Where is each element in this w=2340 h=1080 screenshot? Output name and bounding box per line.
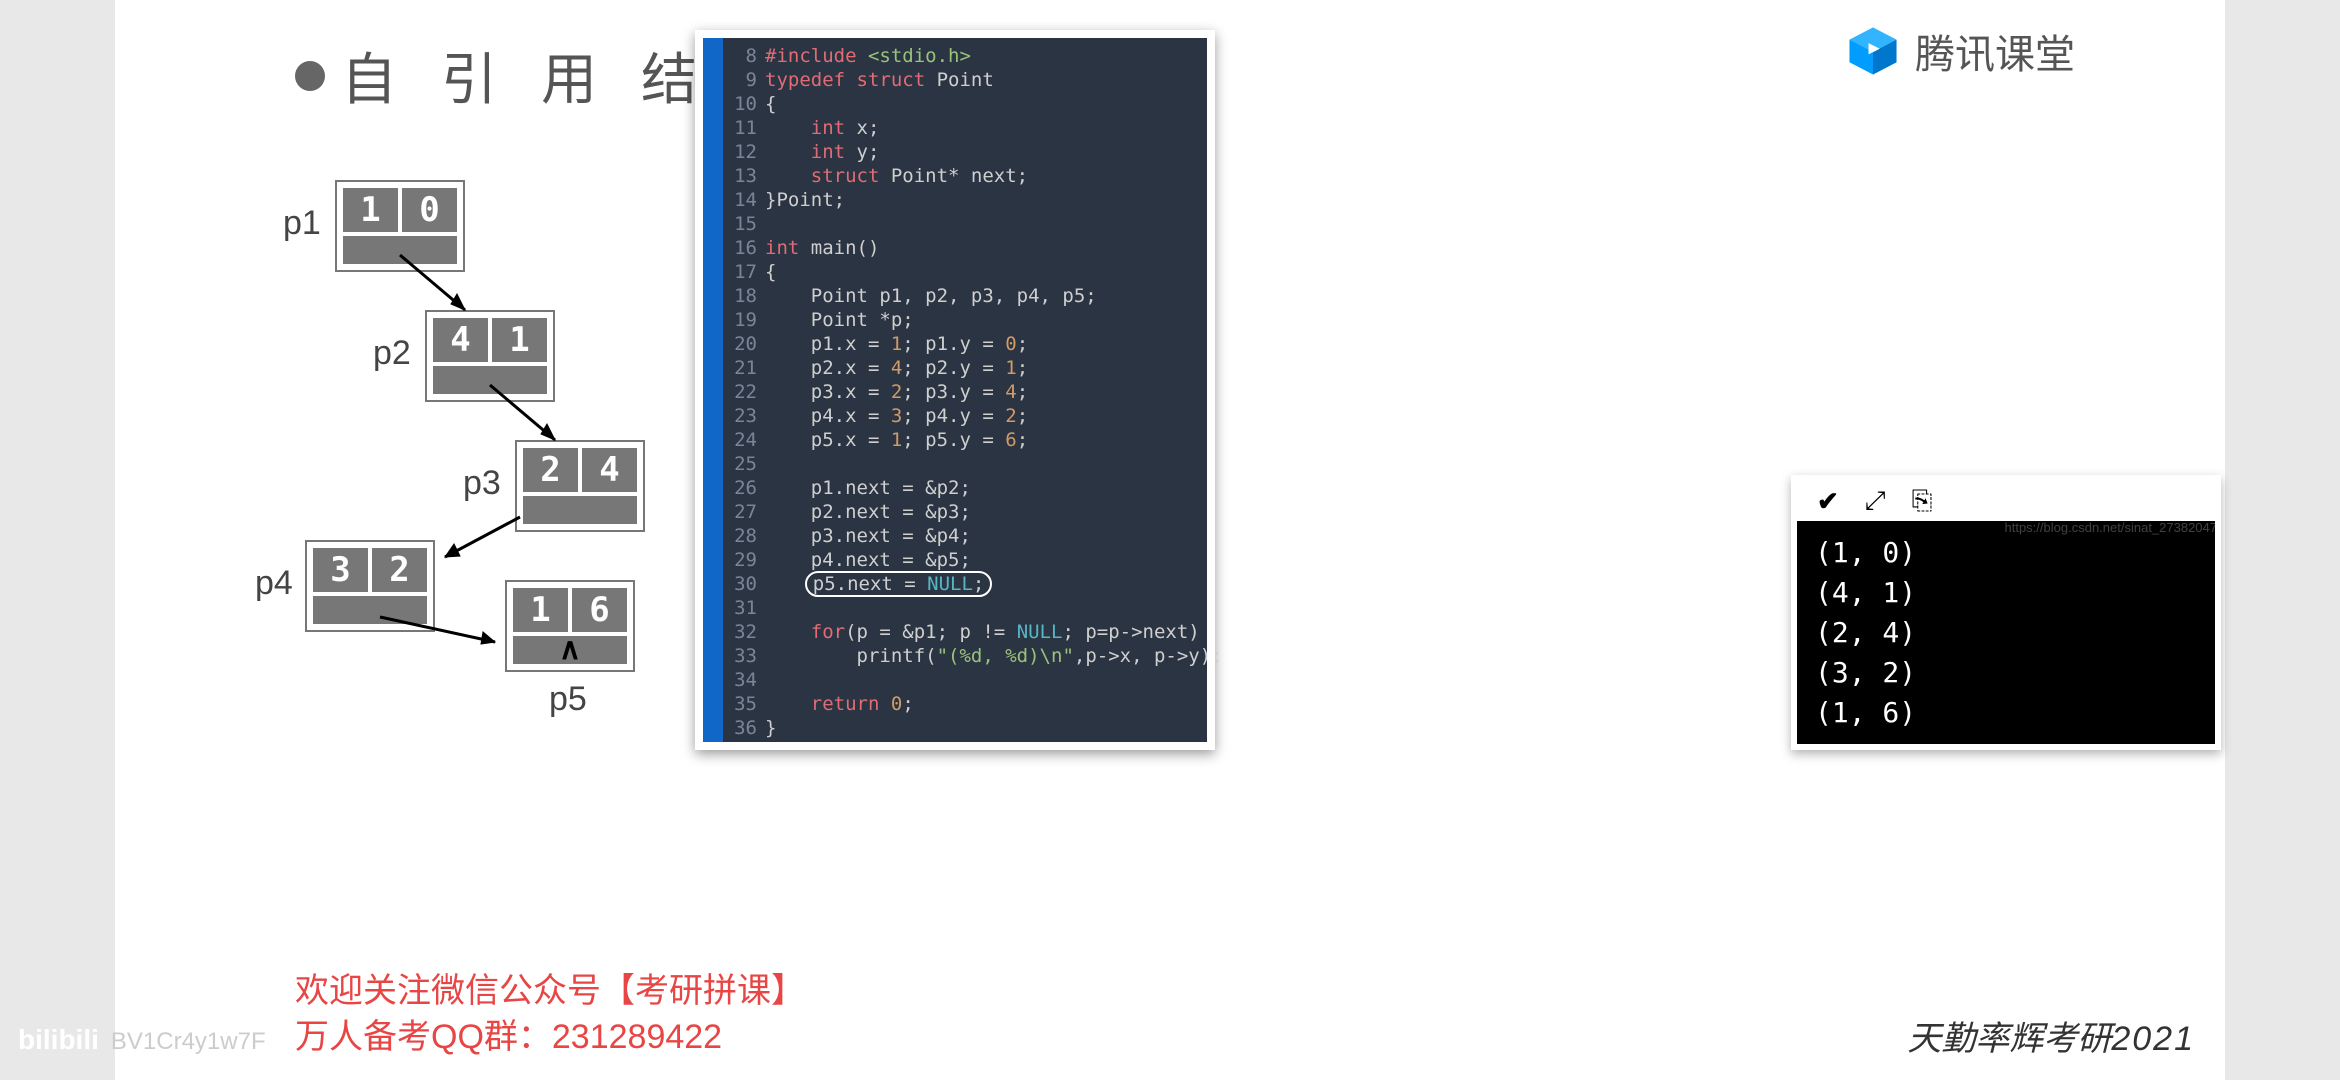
p4-y: 2 — [372, 548, 427, 592]
code-line: 10{ — [723, 92, 1207, 116]
p5-y: 6 — [572, 588, 627, 632]
code-line: 9typedef struct Point — [723, 68, 1207, 92]
promo-line-2: 万人备考QQ群：231289422 — [295, 1014, 805, 1060]
slide-content: 腾讯课堂 自引用结构 10 p1 41 p2 24 p3 32 p4 16 ∧ — [115, 0, 2225, 1080]
canvas: 腾讯课堂 自引用结构 10 p1 41 p2 24 p3 32 p4 16 ∧ — [0, 0, 2340, 1080]
code-line: 30 p5.next = NULL; — [723, 572, 1207, 596]
console-toolbar: ✔ ⤢ ⎘ — [1797, 481, 2215, 521]
code-line: 12 int y; — [723, 140, 1207, 164]
code-line: 22 p3.x = 2; p3.y = 4; — [723, 380, 1207, 404]
code-line: 35 return 0; — [723, 692, 1207, 716]
p1-x: 1 — [343, 188, 398, 232]
code-line: 26 p1.next = &p2; — [723, 476, 1207, 500]
p4-x: 3 — [313, 548, 368, 592]
code-line: 34 — [723, 668, 1207, 692]
bullet-icon — [295, 61, 325, 91]
watermark-url: https://blog.csdn.net/sinat_27382047 — [2005, 520, 2218, 535]
arrow-p4-p5 — [375, 612, 515, 662]
promo-text: 欢迎关注微信公众号【考研拼课】 万人备考QQ群：231289422 — [295, 968, 805, 1060]
console-line: (1, 0) — [1815, 533, 2197, 573]
console-line: (3, 2) — [1815, 653, 2197, 693]
bilibili-watermark: bilibili BV1Cr4y1w7F — [18, 1024, 266, 1056]
code-gutter-bar — [703, 38, 723, 742]
console-line: (2, 4) — [1815, 613, 2197, 653]
brand-text: 腾讯课堂 — [1915, 22, 2075, 80]
promo-line-1: 欢迎关注微信公众号【考研拼课】 — [295, 968, 805, 1014]
label-p2: p2 — [373, 334, 411, 373]
console-output: (1, 0)(4, 1)(2, 4)(3, 2)(1, 6) — [1797, 521, 2215, 744]
p5-x: 1 — [513, 588, 568, 632]
chevron-down-icon[interactable]: ✔ — [1817, 486, 1839, 517]
code-line: 32 for(p = &p1; p != NULL; p=p->next) — [723, 620, 1207, 644]
code-line: 31 — [723, 596, 1207, 620]
code-line: 19 Point *p; — [723, 308, 1207, 332]
code-body: 8#include <stdio.h>9typedef struct Point… — [723, 38, 1207, 742]
code-line: 18 Point p1, p2, p3, p4, p5; — [723, 284, 1207, 308]
code-line: 16int main() — [723, 236, 1207, 260]
code-line: 27 p2.next = &p3; — [723, 500, 1207, 524]
code-line: 20 p1.x = 1; p1.y = 0; — [723, 332, 1207, 356]
code-line: 14}Point; — [723, 188, 1207, 212]
expand-icon[interactable]: ⤢ — [1865, 485, 1886, 517]
arrow-p3-p4 — [430, 512, 530, 572]
footer-brand: 天勤率辉考研2021 — [1907, 1011, 2195, 1060]
code-line: 13 struct Point* next; — [723, 164, 1207, 188]
code-line: 8#include <stdio.h> — [723, 44, 1207, 68]
console-line: (4, 1) — [1815, 573, 2197, 613]
label-p5: p5 — [549, 680, 587, 719]
code-line: 23 p4.x = 3; p4.y = 2; — [723, 404, 1207, 428]
label-p1: p1 — [283, 204, 321, 243]
scroll-icon[interactable]: ⎘ — [1912, 485, 1933, 517]
bili-bv: BV1Cr4y1w7F — [111, 1028, 266, 1056]
code-editor: 8#include <stdio.h>9typedef struct Point… — [695, 30, 1215, 750]
code-line: 17{ — [723, 260, 1207, 284]
p5-next: ∧ — [513, 636, 627, 664]
cube-icon — [1845, 23, 1901, 79]
code-line: 36} — [723, 716, 1207, 740]
node-p5: 16 ∧ — [505, 580, 635, 672]
code-line: 21 p2.x = 4; p2.y = 1; — [723, 356, 1207, 380]
brand-logo: 腾讯课堂 — [1845, 22, 2075, 80]
code-line: 24 p5.x = 1; p5.y = 6; — [723, 428, 1207, 452]
arrow-p2-p3 — [485, 380, 575, 460]
arrow-p1-p2 — [395, 250, 485, 330]
console-window: ✔ ⤢ ⎘ (1, 0)(4, 1)(2, 4)(3, 2)(1, 6) — [1791, 475, 2221, 750]
code-line: 28 p3.next = &p4; — [723, 524, 1207, 548]
console-line: (1, 6) — [1815, 693, 2197, 733]
code-line: 15 — [723, 212, 1207, 236]
p3-y: 4 — [582, 448, 637, 492]
code-line: 11 int x; — [723, 116, 1207, 140]
code-line: 25 — [723, 452, 1207, 476]
label-p4: p4 — [255, 564, 293, 603]
code-line: 33 printf("(%d, %d)\n",p->x, p->y); — [723, 644, 1207, 668]
p1-y: 0 — [402, 188, 457, 232]
bili-text: bilibili — [18, 1024, 99, 1056]
label-p3: p3 — [463, 464, 501, 503]
p3-next — [523, 496, 637, 524]
code-line: 29 p4.next = &p5; — [723, 548, 1207, 572]
p2-y: 1 — [492, 318, 547, 362]
